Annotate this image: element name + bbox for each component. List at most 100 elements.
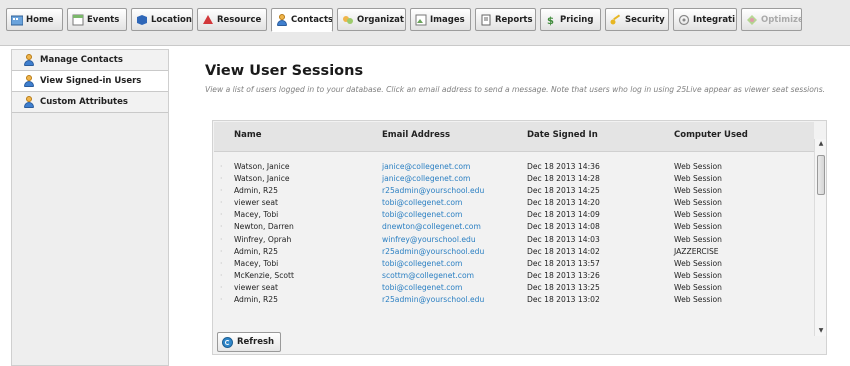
email-link[interactable]: janice@collegenet.com xyxy=(382,161,470,172)
email-link[interactable]: tobi@collegenet.com xyxy=(382,282,462,293)
tab-label: Integrati xyxy=(693,14,736,25)
person-icon xyxy=(23,75,35,87)
table-header: Name Email Address Date Signed In Comput… xyxy=(214,122,814,152)
contacts-icon xyxy=(276,14,288,26)
person-icon xyxy=(23,96,35,108)
integrations-icon xyxy=(678,14,690,26)
page-title: View User Sessions xyxy=(205,63,364,79)
table-row: · Winfrey, Oprah winfrey@yourschool.edu Dec… xyxy=(214,234,814,246)
tab-label: Security xyxy=(625,14,665,25)
row-marker: · xyxy=(220,282,223,292)
tab-label: Pricing xyxy=(560,14,594,25)
tab-integrations[interactable]: Integrati xyxy=(673,8,737,31)
email-link[interactable]: r25admin@yourschool.edu xyxy=(382,246,484,257)
tab-label: Home xyxy=(26,14,54,25)
date-signed-in-cell: Dec 18 2013 14:02 xyxy=(527,246,600,256)
table-row: · Watson, Janice janice@collegenet.com Dec … xyxy=(214,161,814,173)
sidebar-item-view-signed-in-users[interactable]: View Signed-in Users xyxy=(12,71,168,92)
row-marker: · xyxy=(220,198,223,208)
tab-label: Events xyxy=(87,14,120,25)
email-link[interactable]: tobi@collegenet.com xyxy=(382,258,462,269)
table-row: · Macey, Tobi tobi@collegenet.com Dec 18 20… xyxy=(214,258,814,270)
computer-used-cell: JAZZERCISE xyxy=(674,246,719,256)
user-name-cell: Admin, R25 xyxy=(234,295,278,305)
tab-events[interactable]: Events xyxy=(67,8,127,31)
tab-pricing[interactable]: $ Pricing xyxy=(540,8,601,31)
tab-label: Contacts xyxy=(291,15,333,25)
row-marker: · xyxy=(220,246,223,256)
reports-icon xyxy=(480,14,492,26)
row-marker: · xyxy=(220,222,223,232)
refresh-icon xyxy=(222,336,233,348)
computer-used-cell: Web Session xyxy=(674,210,722,220)
row-marker: · xyxy=(220,270,223,280)
date-signed-in-cell: Dec 18 2013 13:26 xyxy=(527,270,600,280)
svg-text:$: $ xyxy=(547,16,554,26)
row-marker: · xyxy=(220,162,223,171)
table-row: · viewer seat tobi@collegenet.com Dec 18 20… xyxy=(214,197,814,209)
column-header-computer[interactable]: Computer Used xyxy=(674,130,748,140)
scroll-up-icon[interactable]: ▲ xyxy=(815,139,827,149)
email-link[interactable]: r25admin@yourschool.edu xyxy=(382,185,484,196)
user-name-cell: Watson, Janice xyxy=(234,174,290,184)
column-header-name[interactable]: Name xyxy=(234,130,261,140)
tab-resource[interactable]: Resource xyxy=(197,8,267,31)
tab-organizations[interactable]: Organizat xyxy=(337,8,406,31)
email-link[interactable]: winfrey@yourschool.edu xyxy=(382,234,476,245)
table-row: · Macey, Tobi tobi@collegenet.com Dec 18 20… xyxy=(214,209,814,221)
row-marker: · xyxy=(220,174,223,184)
tab-label: Organizat xyxy=(357,14,404,25)
date-signed-in-cell: Dec 18 2013 13:02 xyxy=(527,295,600,305)
refresh-button-label: Refresh xyxy=(237,337,275,347)
date-signed-in-cell: Dec 18 2013 14:03 xyxy=(527,234,600,244)
tab-label: Images xyxy=(430,14,465,25)
computer-used-cell: Web Session xyxy=(674,282,722,292)
table-row: · viewer seat tobi@collegenet.com Dec 18 20… xyxy=(214,282,814,294)
user-name-cell: Winfrey, Oprah xyxy=(234,234,292,244)
sidebar-item-manage-contacts[interactable]: Manage Contacts xyxy=(12,50,168,71)
column-header-date[interactable]: Date Signed In xyxy=(527,130,598,140)
sidebar-item-label: Custom Attributes xyxy=(40,97,128,107)
scroll-thumb[interactable] xyxy=(817,155,825,195)
table-row: · McKenzie, Scott scottm@collegenet.com Dec… xyxy=(214,270,814,282)
column-header-email[interactable]: Email Address xyxy=(382,130,450,140)
email-link[interactable]: r25admin@yourschool.edu xyxy=(382,294,484,305)
computer-used-cell: Web Session xyxy=(674,234,722,244)
home-icon xyxy=(10,14,24,26)
security-icon xyxy=(610,13,622,26)
table-row: · Admin, R25 r25admin@yourschool.edu Dec 18… xyxy=(214,246,814,258)
tab-locations[interactable]: Locations xyxy=(131,8,193,31)
tab-home[interactable]: Home xyxy=(6,8,63,31)
tab-security[interactable]: Security xyxy=(605,8,669,31)
computer-used-cell: Web Session xyxy=(674,162,722,171)
tab-optimizer[interactable]: Optimizer xyxy=(741,8,802,31)
computer-used-cell: Web Session xyxy=(674,198,722,208)
optimizer-icon xyxy=(746,14,758,26)
table-scrollbar[interactable]: ▲ ▼ xyxy=(814,139,826,336)
email-link[interactable]: dnewton@collegenet.com xyxy=(382,221,481,232)
tab-label: Optimizer xyxy=(761,14,801,25)
tab-contacts[interactable]: Contacts xyxy=(271,8,333,32)
date-signed-in-cell: Dec 18 2013 14:09 xyxy=(527,210,600,220)
table-row: · Admin, R25 r25admin@yourschool.edu Dec 18… xyxy=(214,185,814,197)
email-link[interactable]: tobi@collegenet.com xyxy=(382,209,462,220)
table-row: · Newton, Darren dnewton@collegenet.com Dec… xyxy=(214,221,814,233)
user-name-cell: Admin, R25 xyxy=(234,186,278,196)
page-description: View a list of users logged in to your d… xyxy=(205,85,826,94)
row-marker: · xyxy=(220,186,223,196)
images-icon xyxy=(415,14,427,26)
sessions-panel: Name Email Address Date Signed In Comput… xyxy=(212,120,827,355)
computer-used-cell: Web Session xyxy=(674,186,722,196)
sidebar-item-custom-attributes[interactable]: Custom Attributes xyxy=(12,92,168,113)
email-link[interactable]: janice@collegenet.com xyxy=(382,173,470,184)
locations-icon xyxy=(136,14,148,26)
tab-reports[interactable]: Reports xyxy=(475,8,536,31)
email-link[interactable]: tobi@collegenet.com xyxy=(382,197,462,208)
refresh-button[interactable]: Refresh xyxy=(217,332,281,352)
date-signed-in-cell: Dec 18 2013 14:20 xyxy=(527,198,600,208)
scroll-down-icon[interactable]: ▼ xyxy=(815,326,827,336)
email-link[interactable]: scottm@collegenet.com xyxy=(382,270,474,281)
tab-label: Locations xyxy=(151,14,193,25)
row-marker: · xyxy=(220,295,223,305)
tab-images[interactable]: Images xyxy=(410,8,471,31)
